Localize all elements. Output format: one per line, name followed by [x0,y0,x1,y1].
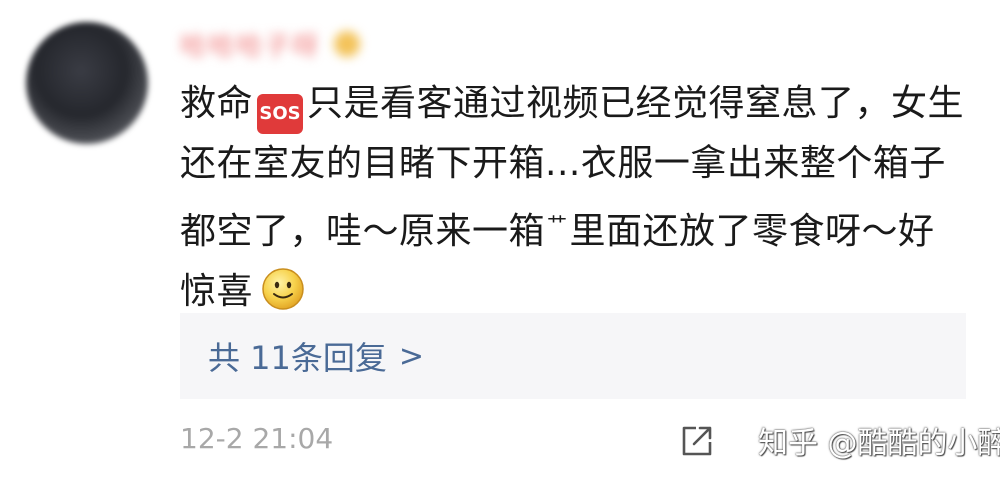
username[interactable]: 哈哈哈子呀 [180,24,361,64]
grass-icon: 艹 [547,212,568,236]
comment-card: 哈哈哈子呀 救命 SOS 只是看客通过视频已经觉得窒息了，女生还在室友的目睹下开箱.… [0,0,1000,484]
username-text[interactable]: 哈哈哈子呀 [180,26,320,63]
watermark: 知乎 @酷酷的小醉 [758,426,1000,461]
share-icon[interactable] [678,422,716,460]
view-replies-button[interactable]: 共 11条回复 > [180,313,966,399]
timestamp: 12-2 21:04 [180,422,334,455]
sos-icon: SOS [257,94,304,134]
comment-text: 救命 SOS 只是看客通过视频已经觉得窒息了，女生还在室友的目睹下开箱...衣服一拿… [180,74,970,322]
chevron-right-icon: > [398,338,425,374]
verified-badge-icon [334,31,361,57]
avatar[interactable] [26,22,148,144]
comment-text-part1: 救命 [180,83,254,124]
replies-label: 共 11条回复 [208,339,387,377]
smiley-face-icon [262,268,304,310]
